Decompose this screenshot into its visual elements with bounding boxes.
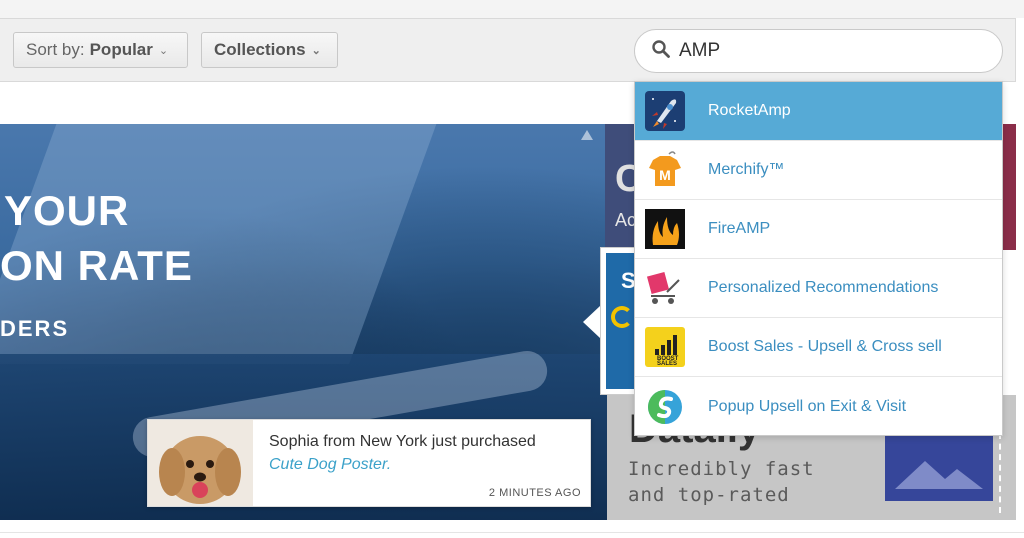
suggestion-personalized-recommendations[interactable]: Personalized Recommendations — [635, 259, 1002, 318]
popup-upsell-icon — [645, 387, 685, 427]
fire-icon — [645, 209, 685, 249]
gift-cart-icon — [645, 268, 685, 308]
purchase-notification[interactable]: Sophia from New York just purchased Cute… — [147, 419, 591, 507]
search-input[interactable] — [679, 40, 979, 62]
toolbar: Sort by: Popular ⌄ Collections ⌄ — [0, 18, 1016, 82]
svg-text:M: M — [659, 167, 671, 183]
divider — [0, 532, 1024, 533]
merchify-shirt-icon: M — [645, 150, 685, 190]
notification-time: 2 MINUTES AGO — [488, 487, 581, 499]
suggestion-fireamp[interactable]: FireAMP — [635, 200, 1002, 259]
scroll-up-icon[interactable] — [581, 130, 593, 140]
image-placeholder-icon — [885, 435, 993, 501]
suggestion-label: Merchify™ — [708, 161, 785, 178]
dog-image — [148, 420, 253, 506]
notification-text: Sophia from New York just purchased — [269, 433, 536, 450]
suggestion-rocketamp[interactable]: RocketAmp — [635, 82, 1002, 141]
search-box[interactable] — [634, 29, 1003, 73]
tile-bottom-line2: and top-rated — [628, 484, 790, 506]
suggestion-label: Popup Upsell on Exit & Visit — [708, 397, 907, 415]
sort-by-value: Popular — [89, 40, 153, 59]
collections-dropdown[interactable]: Collections ⌄ — [201, 32, 338, 68]
suggestion-merchify[interactable]: M Merchify™ — [635, 141, 1002, 200]
hero-headline-line1: YOUR — [4, 187, 130, 234]
suggestion-label: RocketAmp — [708, 102, 791, 119]
chevron-down-icon: ⌄ — [311, 44, 321, 57]
divider — [999, 433, 1001, 513]
suggestion-label: FireAMP — [708, 220, 771, 237]
callout-pointer — [583, 306, 600, 338]
suggestion-popup-upsell[interactable]: Popup Upsell on Exit & Visit — [635, 377, 1002, 436]
boost-sales-icon: BOOST SALES — [645, 327, 685, 367]
suggestion-label: Personalized Recommendations — [708, 279, 939, 296]
suggestion-boost-sales[interactable]: BOOST SALES Boost Sales - Upsell & Cross … — [635, 318, 1002, 377]
notification-product-link[interactable]: Cute Dog Poster. — [269, 456, 391, 474]
search-suggestions-dropdown: RocketAmp M Merchify™ FireAMP Personaliz… — [634, 81, 1003, 436]
search-icon — [651, 39, 671, 64]
sort-by-prefix: Sort by: — [26, 40, 85, 59]
tile-bottom-line1: Incredibly fast — [628, 458, 815, 480]
chevron-down-icon: ⌄ — [158, 44, 169, 57]
collections-label: Collections — [214, 40, 306, 59]
refresh-icon — [611, 306, 633, 328]
sort-by-dropdown[interactable]: Sort by: Popular ⌄ — [13, 32, 188, 68]
svg-text:SALES: SALES — [657, 361, 677, 367]
hero-headline-line2: ON RATE — [0, 242, 193, 289]
top-strip — [0, 0, 1024, 18]
hero-subline: DERS — [0, 316, 70, 341]
suggestion-label: Boost Sales - Upsell & Cross sell — [708, 338, 942, 355]
rocket-icon — [645, 91, 685, 131]
tile-top-text: Ac — [615, 210, 637, 230]
